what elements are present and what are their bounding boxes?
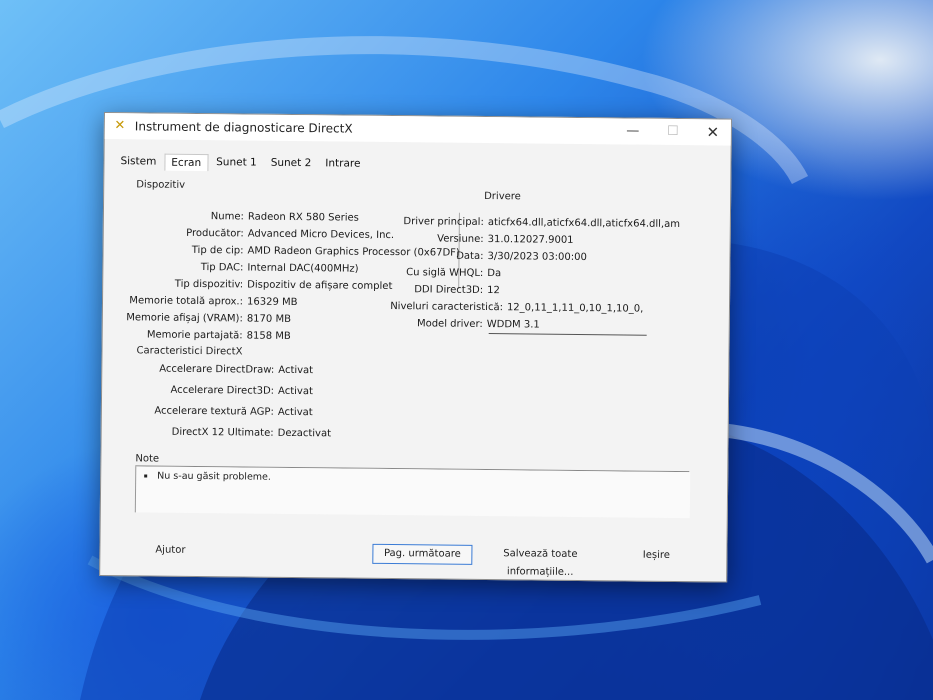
notes-item: Nu s-au găsit probleme.: [144, 470, 271, 483]
field-label: Memorie totală aprox.:: [129, 295, 244, 308]
device-row-manufacturer: Producător: Advanced Micro Devices, Inc.: [114, 227, 395, 242]
field-label: Accelerare Direct3D:: [170, 384, 275, 397]
field-value: Da: [487, 268, 502, 280]
save-all-info-button[interactable]: Salvează toate informațiile...: [480, 545, 600, 578]
notes-item-text: Nu s-au găsit probleme.: [157, 470, 271, 483]
field-value: Activat: [277, 406, 313, 419]
notes-box[interactable]: Nu s-au găsit probleme.: [134, 466, 691, 519]
directx-diagnostic-window: ✕ Instrument de diagnosticare DirectX — …: [99, 112, 732, 583]
field-value: 16329 MB: [246, 296, 298, 309]
driver-row-feature-levels: Niveluri caracteristică: 12_0,11_1,11_0,1…: [383, 301, 643, 315]
field-label: Nume:: [210, 211, 244, 223]
field-value: 12: [487, 285, 500, 297]
field-value: Activat: [278, 364, 314, 377]
device-row-device-type: Tip dispozitiv: Dispozitiv de afișare com…: [113, 278, 393, 293]
field-label: Accelerare textură AGP:: [154, 405, 274, 418]
field-value: 12_0,11_1,11_0,10_1,10_0,: [506, 302, 644, 315]
field-value: aticfx64.dll,aticfx64.dll,aticfx64.dll,a…: [487, 217, 681, 231]
field-value: Dispozitiv de afișare complet: [247, 279, 393, 293]
device-row-shared-memory: Memorie partajată: 8158 MB: [113, 329, 291, 342]
driver-row-main-driver: Driver principal: aticfx64.dll,aticfx64.d…: [384, 216, 680, 230]
maximize-button[interactable]: ☐: [653, 119, 693, 145]
feature-row-directdraw: Accelerare DirectDraw: Activat: [134, 363, 314, 377]
field-label: Model driver:: [416, 318, 483, 330]
field-label: Niveluri caracteristică:: [390, 301, 504, 314]
device-section-label: Dispozitiv: [136, 179, 186, 191]
feature-row-direct3d: Accelerare Direct3D: Activat: [134, 384, 313, 397]
field-value: Activat: [278, 385, 313, 398]
close-button[interactable]: ✕: [693, 119, 733, 145]
field-label: DDI Direct3D:: [414, 284, 484, 296]
field-value: 31.0.12027.9001: [487, 234, 574, 246]
field-label: Tip DAC:: [200, 262, 244, 274]
driver-row-driver-model: Model driver: WDDM 3.1: [383, 318, 540, 331]
exit-button[interactable]: Ieșire: [636, 547, 676, 565]
device-row-vram: Memorie afișaj (VRAM): 8170 MB: [113, 312, 291, 325]
window-title: Instrument de diagnosticare DirectX: [134, 119, 353, 136]
tab-strip: Sistem Ecran Sunet 1 Sunet 2 Intrare: [114, 153, 368, 173]
field-value: Advanced Micro Devices, Inc.: [247, 228, 395, 242]
field-label: Versiune:: [437, 233, 484, 245]
features-section-label: Caracteristici DirectX: [136, 345, 243, 358]
notes-section-label: Note: [135, 453, 160, 465]
field-label: DirectX 12 Ultimate:: [171, 426, 274, 439]
tab-sunet-2[interactable]: Sunet 2: [265, 155, 318, 173]
field-value: Radeon RX 580 Series: [247, 211, 359, 224]
help-button[interactable]: Ajutor: [150, 542, 190, 560]
field-label: Driver principal:: [403, 216, 484, 228]
tab-ecran[interactable]: Ecran: [164, 153, 209, 172]
directx-icon: ✕: [114, 118, 126, 134]
minimize-button[interactable]: —: [613, 118, 653, 144]
field-value: 3/30/2023 03:00:00: [487, 251, 587, 264]
field-value: 8170 MB: [246, 313, 292, 325]
field-label: Memorie partajată:: [146, 329, 243, 342]
tab-intrare[interactable]: Intrare: [319, 155, 366, 172]
drivers-section-label: Drivere: [484, 190, 521, 203]
feature-row-dx12-ultimate: DirectX 12 Ultimate: Dezactivat: [134, 426, 332, 440]
driver-row-whql: Cu siglă WHQL: Da: [383, 267, 501, 279]
tab-sunet-1[interactable]: Sunet 1: [210, 154, 263, 172]
field-value: 8158 MB: [246, 330, 291, 342]
drivers-underline: [488, 333, 647, 336]
device-row-total-memory: Memorie totală aprox.: 16329 MB: [113, 295, 298, 308]
field-value: WDDM 3.1: [486, 319, 540, 331]
device-row-dac-type: Tip DAC: Internal DAC(400MHz): [113, 261, 359, 275]
driver-row-date: Data: 3/30/2023 03:00:00: [383, 250, 587, 264]
field-label: Data:: [456, 250, 484, 262]
field-value: Dezactivat: [277, 427, 332, 440]
next-page-button[interactable]: Pag. următoare: [372, 543, 473, 565]
field-label: Cu siglă WHQL:: [406, 267, 484, 279]
driver-row-ddi: DDI Direct3D: 12: [383, 284, 500, 296]
bullet-icon: [144, 474, 148, 478]
field-value: Internal DAC(400MHz): [247, 262, 359, 275]
field-label: Memorie afișaj (VRAM):: [126, 312, 243, 325]
driver-row-version: Versiune: 31.0.12027.9001: [384, 233, 574, 246]
device-row-name: Nume: Radeon RX 580 Series: [114, 210, 359, 224]
field-label: Accelerare DirectDraw:: [159, 363, 275, 376]
field-label: Producător:: [186, 227, 244, 240]
title-bar[interactable]: ✕ Instrument de diagnosticare DirectX — …: [104, 113, 733, 146]
tab-sistem[interactable]: Sistem: [114, 153, 162, 171]
field-label: Tip de cip:: [191, 244, 244, 257]
field-label: Tip dispozitiv:: [174, 278, 244, 291]
feature-row-agp-texture: Accelerare textură AGP: Activat: [134, 405, 313, 419]
